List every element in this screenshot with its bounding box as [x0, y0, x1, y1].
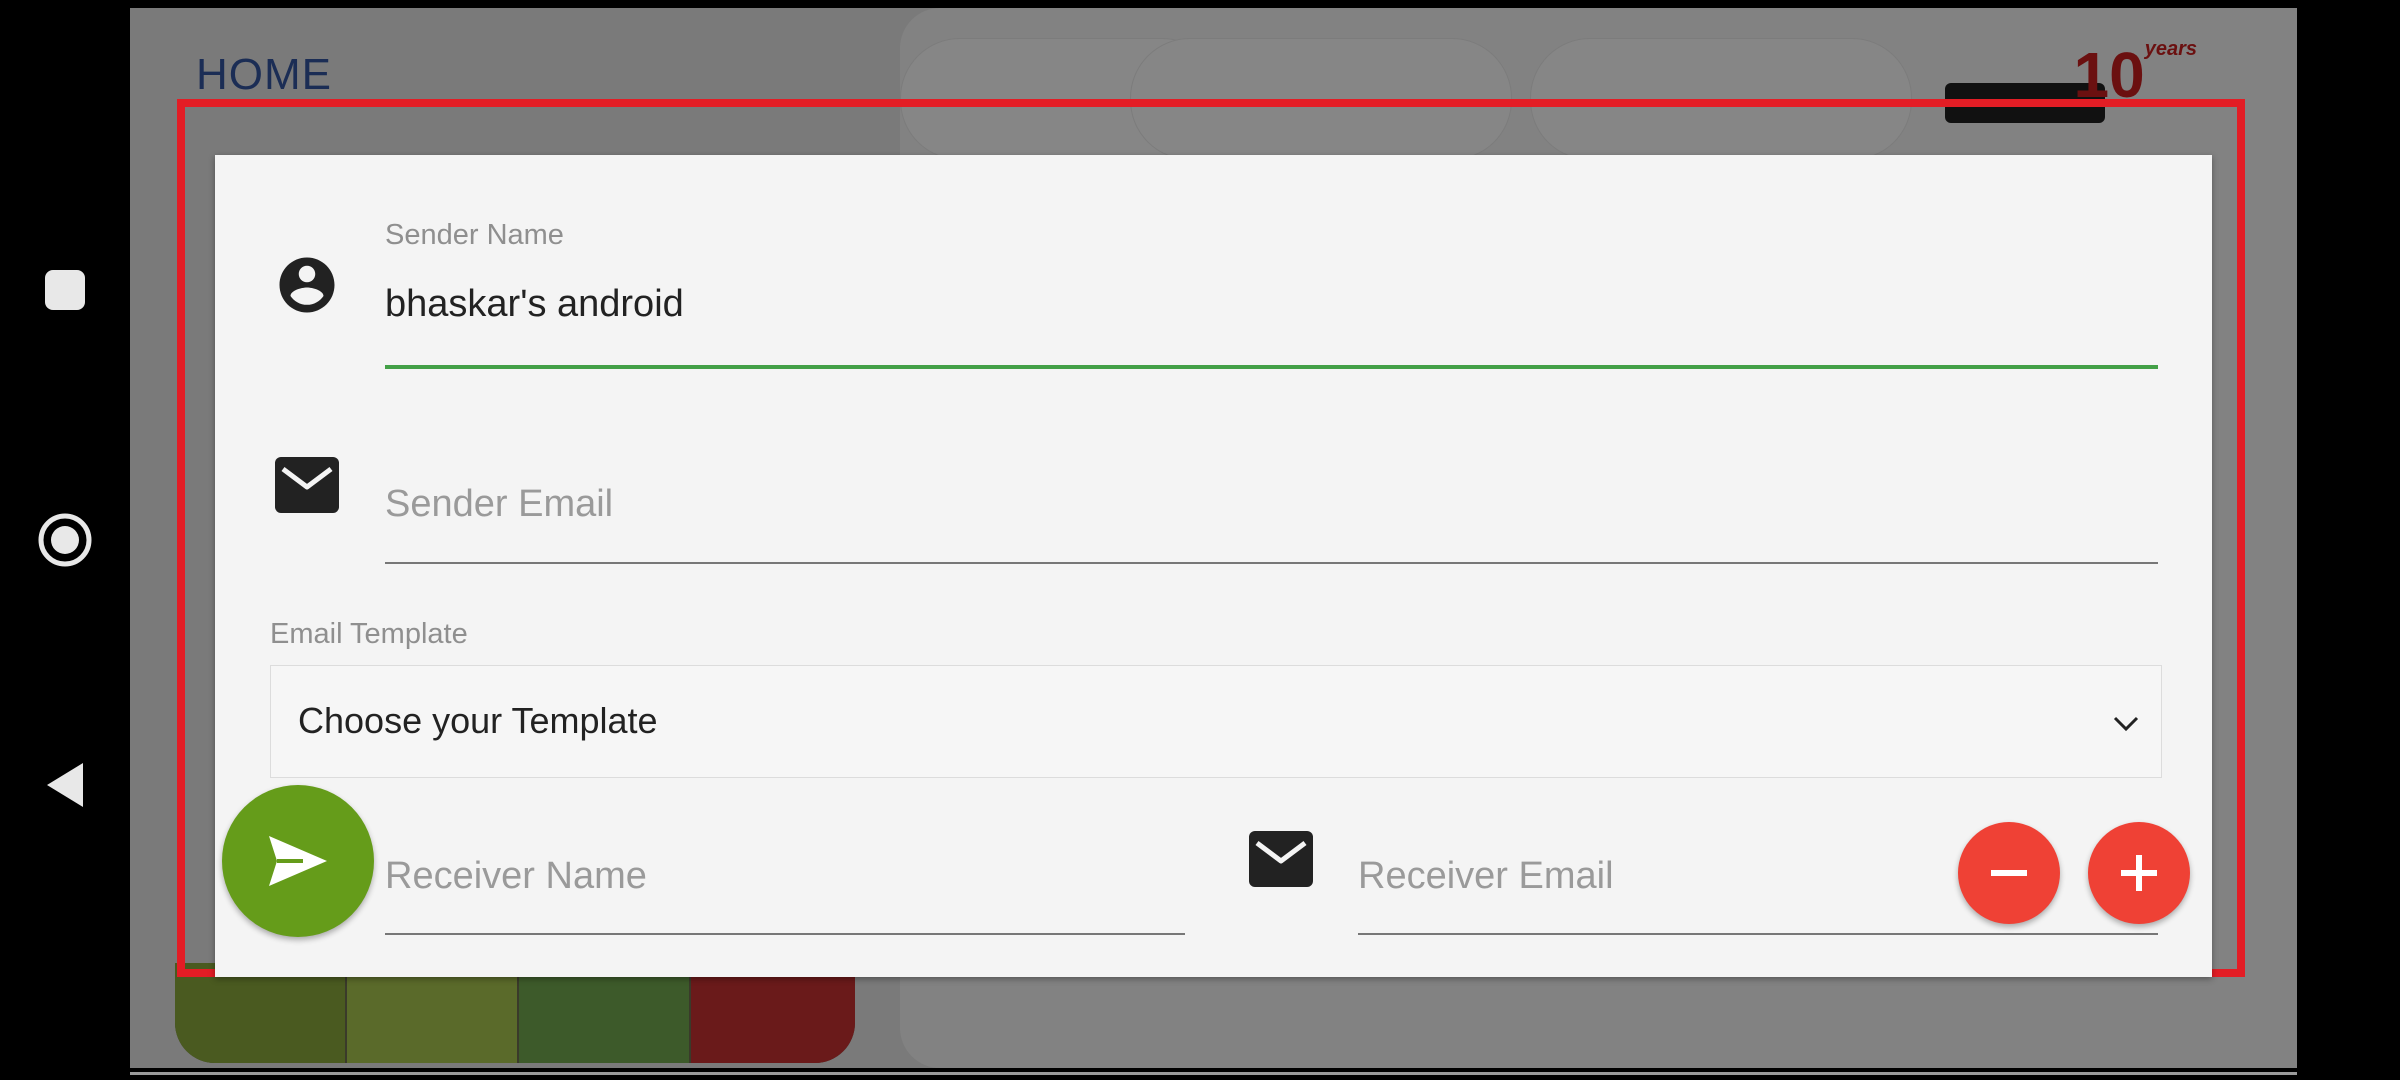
receiver-name-underline [385, 933, 1185, 935]
divider [130, 1072, 2297, 1075]
plus-icon [2121, 855, 2157, 891]
minus-icon [1991, 870, 2027, 876]
remove-receiver-button[interactable] [1958, 822, 2060, 924]
sender-name-underline [385, 365, 2158, 369]
send-icon [269, 836, 327, 886]
mail-icon [1247, 825, 1315, 893]
mail-icon [273, 451, 341, 519]
send-button[interactable] [222, 785, 374, 937]
email-template-select[interactable]: Choose your Template [270, 665, 2162, 778]
sender-name-label: Sender Name [385, 219, 564, 251]
sender-name-input[interactable]: bhaskar's android [385, 283, 684, 326]
receiver-email-input[interactable]: Receiver Email [1358, 855, 1614, 898]
receiver-email-underline [1358, 933, 2158, 935]
background-image-card [175, 963, 855, 1063]
email-template-label: Email Template [270, 618, 468, 650]
system-nav-bar [0, 0, 130, 1080]
recent-apps-button[interactable] [0, 260, 130, 320]
sender-email-underline [385, 562, 2158, 564]
receiver-name-input[interactable]: Receiver Name [385, 855, 647, 898]
email-template-value: Choose your Template [298, 700, 658, 741]
email-form-dialog: Sender Name bhaskar's android Sender Ema… [215, 155, 2212, 977]
account-circle-icon [273, 251, 341, 319]
chevron-down-icon [2113, 716, 2139, 732]
home-title: HOME [196, 50, 332, 99]
triangle-back-icon [47, 763, 83, 807]
square-icon [45, 270, 85, 310]
sender-email-input[interactable]: Sender Email [385, 483, 613, 526]
home-button[interactable] [0, 510, 130, 570]
add-receiver-button[interactable] [2088, 822, 2190, 924]
back-button[interactable] [0, 755, 130, 815]
circle-icon [38, 513, 92, 567]
